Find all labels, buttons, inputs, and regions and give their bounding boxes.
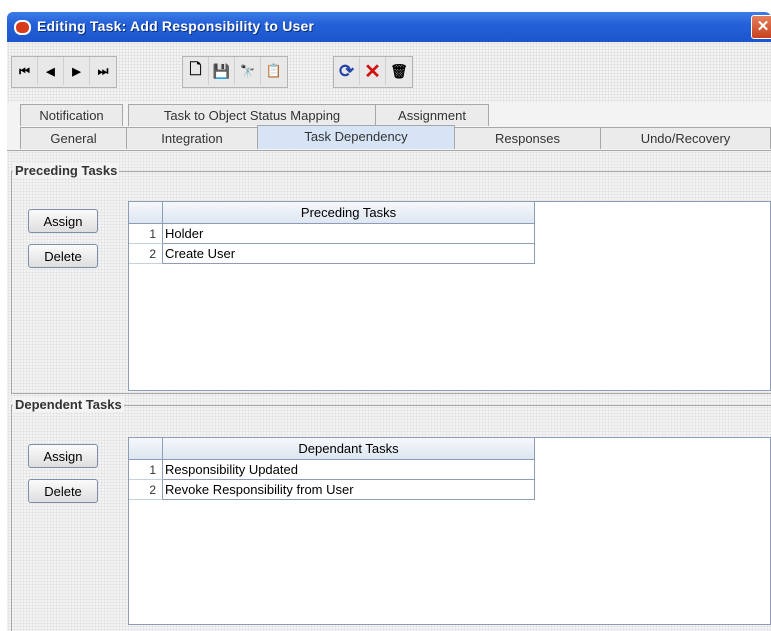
navigation-group: ⏮ ◀ ▶ ⏭ — [11, 56, 117, 88]
preceding-delete-label: Delete — [44, 249, 82, 264]
row-index-header — [129, 438, 163, 460]
row-index: 1 — [129, 460, 163, 480]
edit-task-window: Editing Task: Add Responsibility to User… — [7, 12, 771, 631]
next-record-icon: ▶ — [72, 65, 81, 78]
window-title: Editing Task: Add Responsibility to User — [37, 18, 315, 34]
last-record-icon: ⏭ — [97, 63, 109, 78]
save-button[interactable]: 💾 — [209, 57, 235, 85]
refresh-button[interactable]: ⟳ — [334, 57, 360, 85]
new-button[interactable]: 🗋 — [183, 57, 209, 85]
preceding-frame-left — [11, 171, 12, 393]
tab-notification[interactable]: Notification — [20, 104, 123, 126]
dependent-delete-label: Delete — [44, 484, 82, 499]
edit-group: 🗋 💾 🔭 📋 — [182, 56, 288, 88]
save-icon: 💾 — [212, 62, 231, 79]
task-dependency-panel: Preceding Tasks Assign Delete Preceding … — [7, 150, 771, 631]
previous-record-icon: ◀ — [46, 65, 55, 78]
preceding-assign-button[interactable]: Assign — [28, 209, 98, 233]
dependant-tasks-column-header[interactable]: Dependant Tasks — [163, 438, 535, 460]
table-row[interactable]: 1 Responsibility Updated — [129, 460, 535, 480]
dependent-frame-top — [11, 405, 771, 406]
tab-general[interactable]: General — [20, 127, 127, 149]
row-index: 1 — [129, 224, 163, 244]
paste-button[interactable]: 📋 — [261, 57, 287, 85]
title-bar: Editing Task: Add Responsibility to User… — [7, 12, 771, 42]
preceding-assign-label: Assign — [43, 214, 83, 229]
task-name-cell[interactable]: Responsibility Updated — [163, 460, 535, 480]
tab-strip: Notification Task to Object Status Mappi… — [7, 102, 771, 150]
dependent-section-title: Dependent Tasks — [13, 397, 124, 412]
delete-icon: 🗑 — [390, 62, 408, 79]
dependent-assign-button[interactable]: Assign — [28, 444, 98, 468]
tab-assignment[interactable]: Assignment — [375, 104, 489, 126]
first-record-button[interactable]: ⏮ — [12, 57, 38, 85]
tab-responses[interactable]: Responses — [454, 127, 601, 149]
previous-record-button[interactable]: ◀ — [38, 57, 64, 85]
preceding-tasks-table: Preceding Tasks 1 Holder 2 Create User — [128, 201, 771, 391]
close-button[interactable]: ✕ — [751, 15, 771, 39]
table-row[interactable]: 2 Create User — [129, 244, 535, 264]
tab-integration[interactable]: Integration — [126, 127, 258, 149]
last-record-button[interactable]: ⏭ — [90, 57, 116, 85]
next-record-button[interactable]: ▶ — [64, 57, 90, 85]
task-name-cell[interactable]: Revoke Responsibility from User — [163, 480, 535, 500]
table-header: Dependant Tasks — [129, 438, 535, 460]
new-icon: 🗋 — [189, 60, 202, 78]
delete-button[interactable]: 🗑 — [386, 57, 412, 85]
cancel-icon: ✕ — [364, 60, 381, 83]
cancel-button[interactable]: ✕ — [360, 57, 386, 85]
action-group: ⟳ ✕ 🗑 — [333, 56, 413, 88]
tab-undo-recovery[interactable]: Undo/Recovery — [600, 127, 771, 149]
find-button[interactable]: 🔭 — [235, 57, 261, 85]
first-record-icon: ⏮ — [19, 63, 30, 78]
preceding-tasks-column-header[interactable]: Preceding Tasks — [163, 202, 535, 224]
table-row[interactable]: 2 Revoke Responsibility from User — [129, 480, 535, 500]
row-index: 2 — [129, 244, 163, 264]
preceding-frame-bottom — [11, 393, 771, 394]
dependent-tasks-table: Dependant Tasks 1 Responsibility Updated… — [128, 437, 771, 625]
dependent-assign-label: Assign — [43, 449, 83, 464]
task-name-cell[interactable]: Create User — [163, 244, 535, 264]
preceding-section-title: Preceding Tasks — [13, 163, 120, 178]
dependent-delete-button[interactable]: Delete — [28, 479, 98, 503]
tab-task-dependency[interactable]: Task Dependency — [257, 125, 455, 149]
find-icon: 🔭 — [240, 64, 255, 78]
preceding-frame-top — [11, 171, 771, 172]
oracle-logo-icon — [14, 20, 31, 35]
tab-task-to-object-status-mapping[interactable]: Task to Object Status Mapping — [128, 104, 376, 126]
preceding-delete-button[interactable]: Delete — [28, 244, 98, 268]
refresh-icon: ⟳ — [338, 60, 355, 81]
row-index: 2 — [129, 480, 163, 500]
toolbar: ⏮ ◀ ▶ ⏭ 🗋 💾 🔭 📋 ⟳ ✕ 🗑 — [7, 42, 771, 102]
row-index-header — [129, 202, 163, 224]
task-name-cell[interactable]: Holder — [163, 224, 535, 244]
paste-icon: 📋 — [265, 63, 283, 78]
table-row[interactable]: 1 Holder — [129, 224, 535, 244]
table-header: Preceding Tasks — [129, 202, 535, 224]
dependent-frame-left — [11, 405, 12, 631]
